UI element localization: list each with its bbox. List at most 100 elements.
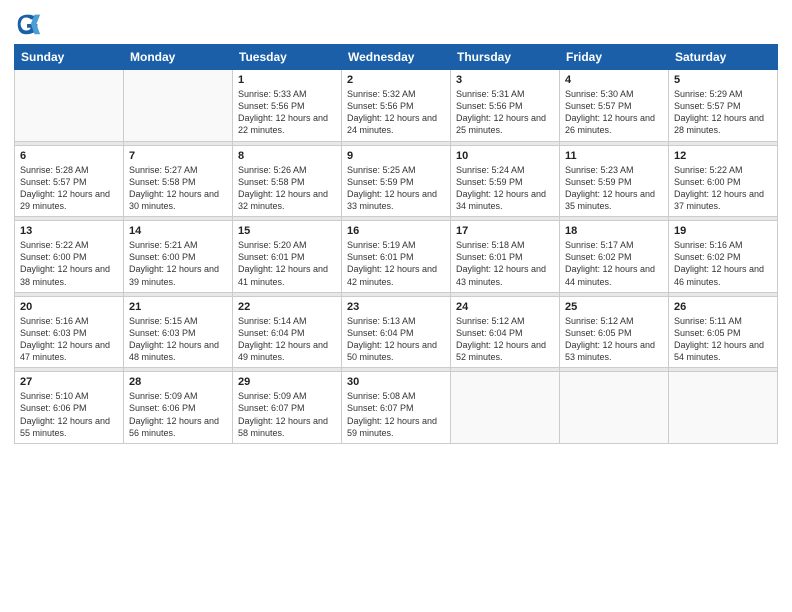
day-info: Sunrise: 5:20 AMSunset: 6:01 PMDaylight:… [238, 239, 336, 288]
weekday-header-row: SundayMondayTuesdayWednesdayThursdayFrid… [15, 45, 778, 70]
day-info: Sunrise: 5:19 AMSunset: 6:01 PMDaylight:… [347, 239, 445, 288]
day-cell: 8 Sunrise: 5:26 AMSunset: 5:58 PMDaylight… [233, 145, 342, 217]
weekday-header-tuesday: Tuesday [233, 45, 342, 70]
week-row-3: 13 Sunrise: 5:22 AMSunset: 6:00 PMDayligh… [15, 221, 778, 293]
day-number: 13 [20, 225, 118, 237]
day-cell: 18Sunrise: 5:17 AMSunset: 6:02 PMDayligh… [560, 221, 669, 293]
day-cell [560, 372, 669, 444]
day-number: 28 [129, 376, 227, 388]
day-info: Sunrise: 5:11 AMSunset: 6:05 PMDaylight:… [674, 315, 772, 364]
day-info: Sunrise: 5:13 AMSunset: 6:04 PMDaylight:… [347, 315, 445, 364]
day-info: Sunrise: 5:29 AMSunset: 5:57 PMDaylight:… [674, 88, 772, 137]
day-info: Sunrise: 5:27 AMSunset: 5:58 PMDaylight:… [129, 164, 227, 213]
day-cell: 25 Sunrise: 5:12 AMSunset: 6:05 PMDayligh… [560, 296, 669, 368]
day-cell: 3 Sunrise: 5:31 AMSunset: 5:56 PMDaylight… [451, 70, 560, 142]
header [14, 10, 778, 38]
day-number: 11 [565, 150, 663, 162]
day-number: 6 [20, 150, 118, 162]
day-info: Sunrise: 5:22 AMSunset: 6:00 PMDaylight:… [20, 239, 118, 288]
day-cell: 20Sunrise: 5:16 AMSunset: 6:03 PMDayligh… [15, 296, 124, 368]
day-info: Sunrise: 5:25 AMSunset: 5:59 PMDaylight:… [347, 164, 445, 213]
day-info: Sunrise: 5:10 AMSunset: 6:06 PMDaylight:… [20, 390, 118, 439]
weekday-header-thursday: Thursday [451, 45, 560, 70]
day-number: 10 [456, 150, 554, 162]
week-row-1: 1Sunrise: 5:33 AMSunset: 5:56 PMDaylight… [15, 70, 778, 142]
day-info: Sunrise: 5:21 AMSunset: 6:00 PMDaylight:… [129, 239, 227, 288]
day-info: Sunrise: 5:31 AMSunset: 5:56 PMDaylight:… [456, 88, 554, 137]
day-number: 29 [238, 376, 336, 388]
day-number: 16 [347, 225, 445, 237]
day-info: Sunrise: 5:26 AMSunset: 5:58 PMDaylight:… [238, 164, 336, 213]
day-cell: 27Sunrise: 5:10 AMSunset: 6:06 PMDayligh… [15, 372, 124, 444]
calendar-header: SundayMondayTuesdayWednesdayThursdayFrid… [15, 45, 778, 70]
logo-icon [14, 10, 42, 38]
day-number: 23 [347, 301, 445, 313]
day-number: 7 [129, 150, 227, 162]
day-number: 14 [129, 225, 227, 237]
day-cell: 17 Sunrise: 5:18 AMSunset: 6:01 PMDayligh… [451, 221, 560, 293]
day-info: Sunrise: 5:16 AMSunset: 6:03 PMDaylight:… [20, 315, 118, 364]
day-number: 8 [238, 150, 336, 162]
weekday-header-monday: Monday [124, 45, 233, 70]
week-row-2: 6 Sunrise: 5:28 AMSunset: 5:57 PMDaylight… [15, 145, 778, 217]
day-cell: 28Sunrise: 5:09 AMSunset: 6:06 PMDayligh… [124, 372, 233, 444]
day-info: Sunrise: 5:12 AMSunset: 6:04 PMDaylight:… [456, 315, 554, 364]
day-cell: 5 Sunrise: 5:29 AMSunset: 5:57 PMDaylight… [669, 70, 778, 142]
day-info: Sunrise: 5:24 AMSunset: 5:59 PMDaylight:… [456, 164, 554, 213]
day-info: Sunrise: 5:16 AMSunset: 6:02 PMDaylight:… [674, 239, 772, 288]
day-number: 12 [674, 150, 772, 162]
weekday-header-wednesday: Wednesday [342, 45, 451, 70]
day-info: Sunrise: 5:32 AMSunset: 5:56 PMDaylight:… [347, 88, 445, 137]
day-info: Sunrise: 5:17 AMSunset: 6:02 PMDaylight:… [565, 239, 663, 288]
week-row-4: 20Sunrise: 5:16 AMSunset: 6:03 PMDayligh… [15, 296, 778, 368]
week-row-5: 27Sunrise: 5:10 AMSunset: 6:06 PMDayligh… [15, 372, 778, 444]
day-cell: 21Sunrise: 5:15 AMSunset: 6:03 PMDayligh… [124, 296, 233, 368]
weekday-header-sunday: Sunday [15, 45, 124, 70]
day-number: 24 [456, 301, 554, 313]
day-cell: 29 Sunrise: 5:09 AMSunset: 6:07 PMDayligh… [233, 372, 342, 444]
day-cell: 22 Sunrise: 5:14 AMSunset: 6:04 PMDayligh… [233, 296, 342, 368]
day-cell: 30Sunrise: 5:08 AMSunset: 6:07 PMDayligh… [342, 372, 451, 444]
day-cell [669, 372, 778, 444]
day-number: 2 [347, 74, 445, 86]
day-cell: 12 Sunrise: 5:22 AMSunset: 6:00 PMDayligh… [669, 145, 778, 217]
weekday-header-friday: Friday [560, 45, 669, 70]
day-number: 17 [456, 225, 554, 237]
day-number: 4 [565, 74, 663, 86]
day-cell: 16 Sunrise: 5:19 AMSunset: 6:01 PMDayligh… [342, 221, 451, 293]
day-cell [124, 70, 233, 142]
day-number: 15 [238, 225, 336, 237]
day-info: Sunrise: 5:28 AMSunset: 5:57 PMDaylight:… [20, 164, 118, 213]
day-cell: 6 Sunrise: 5:28 AMSunset: 5:57 PMDaylight… [15, 145, 124, 217]
logo [14, 10, 46, 38]
day-cell: 23 Sunrise: 5:13 AMSunset: 6:04 PMDayligh… [342, 296, 451, 368]
page: SundayMondayTuesdayWednesdayThursdayFrid… [0, 0, 792, 612]
day-number: 25 [565, 301, 663, 313]
day-cell: 11 Sunrise: 5:23 AMSunset: 5:59 PMDayligh… [560, 145, 669, 217]
day-number: 26 [674, 301, 772, 313]
day-number: 30 [347, 376, 445, 388]
day-cell: 13 Sunrise: 5:22 AMSunset: 6:00 PMDayligh… [15, 221, 124, 293]
day-number: 19 [674, 225, 772, 237]
day-cell: 1Sunrise: 5:33 AMSunset: 5:56 PMDaylight… [233, 70, 342, 142]
day-cell: 26 Sunrise: 5:11 AMSunset: 6:05 PMDayligh… [669, 296, 778, 368]
day-cell: 15 Sunrise: 5:20 AMSunset: 6:01 PMDayligh… [233, 221, 342, 293]
day-number: 22 [238, 301, 336, 313]
day-info: Sunrise: 5:18 AMSunset: 6:01 PMDaylight:… [456, 239, 554, 288]
day-number: 5 [674, 74, 772, 86]
day-info: Sunrise: 5:14 AMSunset: 6:04 PMDaylight:… [238, 315, 336, 364]
day-info: Sunrise: 5:09 AMSunset: 6:07 PMDaylight:… [238, 390, 336, 439]
day-cell: 14 Sunrise: 5:21 AMSunset: 6:00 PMDayligh… [124, 221, 233, 293]
calendar-table: SundayMondayTuesdayWednesdayThursdayFrid… [14, 44, 778, 444]
day-number: 3 [456, 74, 554, 86]
day-cell [451, 372, 560, 444]
day-cell: 10 Sunrise: 5:24 AMSunset: 5:59 PMDayligh… [451, 145, 560, 217]
day-info: Sunrise: 5:12 AMSunset: 6:05 PMDaylight:… [565, 315, 663, 364]
day-cell: 4Sunrise: 5:30 AMSunset: 5:57 PMDaylight… [560, 70, 669, 142]
day-cell: 7 Sunrise: 5:27 AMSunset: 5:58 PMDaylight… [124, 145, 233, 217]
day-info: Sunrise: 5:23 AMSunset: 5:59 PMDaylight:… [565, 164, 663, 213]
weekday-header-saturday: Saturday [669, 45, 778, 70]
day-info: Sunrise: 5:33 AMSunset: 5:56 PMDaylight:… [238, 88, 336, 137]
day-info: Sunrise: 5:22 AMSunset: 6:00 PMDaylight:… [674, 164, 772, 213]
day-cell: 19 Sunrise: 5:16 AMSunset: 6:02 PMDayligh… [669, 221, 778, 293]
